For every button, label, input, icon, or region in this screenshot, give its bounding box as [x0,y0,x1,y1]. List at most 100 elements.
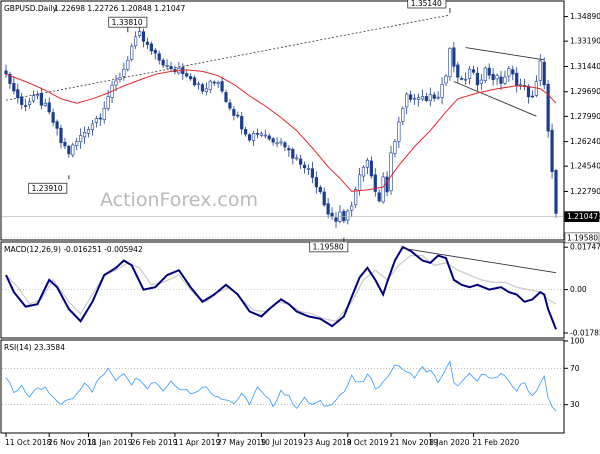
candle-body-bear [491,74,495,80]
candle [299,154,303,169]
candle-body-bull [295,157,299,160]
candle [271,137,275,146]
candle [90,120,95,136]
candle-body-bull [82,131,87,138]
candle [255,128,260,139]
candle-body-bull [483,67,487,81]
candle [295,154,299,161]
candle-body-bear [236,114,240,117]
candle [424,92,428,103]
rsi-header: RSI(14) 23.3584 [4,343,65,352]
price-ytick-label-4: 1.27990 [570,112,600,121]
x-tick-label-0: 11 Oct 2018 [5,438,52,447]
candle-body-bear [189,76,193,80]
candle [322,187,326,207]
candle [47,97,51,115]
candle-body-bear [287,148,291,151]
candle [173,65,177,75]
x-tick-label-8: 8 Oct 2019 [347,438,389,447]
candle [550,123,554,179]
candle [82,126,87,144]
candle-body-bear [228,102,232,109]
candle [192,75,197,87]
candle-body-bull [420,96,425,100]
candle-body-bear [244,129,248,135]
candle [102,101,106,124]
price-panel-frame [0,0,565,241]
candle-body-bear [161,59,165,66]
candle [232,106,236,121]
candle [200,82,205,94]
candle-body-bull [137,31,142,36]
x-tick-label-2: 11 Jan 2019 [88,438,133,447]
candle [51,108,55,127]
macd-ytick-label-1: 0.00 [570,285,587,294]
candle [35,91,40,100]
price-plot-layer: 1.34890 1.33190 1.31440 1.29690 1.27990 1.262… [2,0,600,253]
candle [373,168,377,197]
candle [338,205,342,224]
candle-body-bull [279,141,283,144]
candle [149,41,153,55]
candle-body-bull [448,48,452,78]
candle-body-bear [334,217,338,222]
candle-body-bear [499,76,503,84]
candle [522,78,527,91]
candle [31,90,36,104]
candle-body-bear [322,191,326,206]
candle [334,211,338,229]
candle-body-bear [409,94,413,100]
candle-body-bear [39,93,43,106]
candle [259,131,263,138]
candle [456,61,460,84]
candle-body-bull [381,176,385,203]
candle [71,142,75,158]
candle [267,133,271,141]
candle [310,161,315,184]
candle [381,172,385,204]
candle-body-bear [530,95,535,98]
candle-body-bull [416,97,421,100]
candle-body-bear [63,141,67,147]
candle [283,140,287,152]
candle-body-bull [428,94,432,102]
candle-body-bull [467,68,472,79]
candle-body-bear [310,168,315,178]
candle-body-bear [515,72,519,86]
candle-body-bear [377,192,381,202]
candle [208,79,212,94]
x-tick-label-11: 21 Feb 2020 [473,438,520,447]
candle-body-bear [153,49,157,54]
chart-root: GBPUSD.Daily 1.22698 1.22726 1.20848 1.2… [0,0,600,450]
candle [141,28,146,48]
candle [467,66,472,85]
candle-body-bull [208,80,212,91]
candle [79,128,83,149]
candle-body-bear [200,84,205,92]
candle-body-bear [542,61,546,86]
price-ytick-label-6: 1.24540 [570,162,600,171]
callout-label-3: 1.19580 [313,243,344,252]
candle-body-bear [318,187,322,193]
candle-body-bull [31,95,36,102]
candle [67,144,71,158]
candle-body-bull [90,123,95,130]
candle-body-bull [479,79,483,84]
candle [157,50,161,65]
x-axis: 11 Oct 201826 Nov 201811 Jan 201926 Feb … [5,433,519,447]
candle [134,31,138,50]
candle [330,207,334,220]
candle-body-bull [165,65,169,67]
candle [244,126,248,137]
candle-body-bear [224,92,228,102]
candle [240,112,244,135]
candle-body-bull [350,205,354,211]
candle [122,62,126,81]
candle-body-bull [275,142,279,145]
candle-body-bear [342,211,346,222]
candle [385,171,389,197]
x-tick-label-5: 27 May 2019 [217,438,266,447]
candle-body-bear [314,177,318,188]
candle-body-bear [460,78,464,80]
candle-body-bull [503,76,507,84]
